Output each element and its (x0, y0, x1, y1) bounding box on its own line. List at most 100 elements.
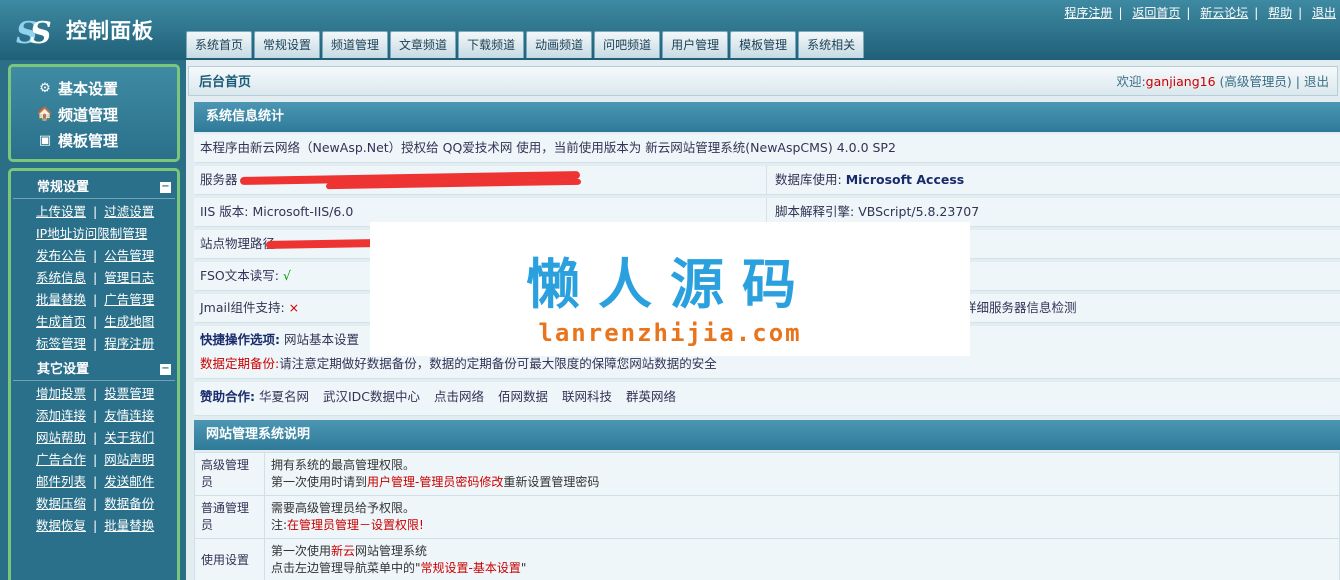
menu-link[interactable]: 生成首页 (36, 314, 86, 329)
tab-qa-channel[interactable]: 问吧频道 (594, 31, 661, 58)
tab-download-channel[interactable]: 下载频道 (458, 31, 525, 58)
app-logo: SS 控制面板 (16, 14, 154, 51)
menu-row: 生成首页 | 生成地图 (36, 314, 155, 329)
tab-template-manage[interactable]: 模板管理 (730, 31, 797, 58)
username: ganjiang16 (1145, 74, 1216, 89)
group-title-text: 常规设置 (37, 180, 90, 195)
iis-value: Microsoft-IIS/6.0 (252, 204, 354, 219)
menu-link[interactable]: 网站帮助 (36, 430, 86, 445)
welcome-text: 欢迎:ganjiang16 (高级管理员) | 退出 (1116, 74, 1329, 89)
top-links: 程序注册 | 返回首页 | 新云论坛 | 帮助 | 退出 (1064, 6, 1336, 20)
logout-top-link[interactable]: 退出 (1312, 6, 1336, 20)
password-change-link[interactable]: 用户管理-管理员密码修改 (367, 475, 503, 489)
script-value: VBScript/5.8.23707 (858, 204, 980, 219)
menu-row: 增加投票 | 投票管理 (36, 386, 155, 401)
role-desc-line: 第一次使用时请到用户管理-管理员密码修改重新设置管理密码 (271, 474, 1333, 491)
menu-link[interactable]: 广告合作 (36, 452, 86, 467)
fso-label: FSO文本读写: (200, 268, 279, 283)
tab-system-home[interactable]: 系统首页 (186, 31, 253, 58)
menu-row: 批量替换 | 广告管理 (36, 292, 155, 307)
menu-link[interactable]: 数据压缩 (36, 496, 86, 511)
menu-link[interactable]: 过滤设置 (104, 204, 154, 219)
menu-link[interactable]: 发布公告 (36, 248, 86, 263)
quick-basic-settings[interactable]: ⚙ 基本设置 (37, 75, 177, 101)
menu-link[interactable]: 投票管理 (104, 386, 154, 401)
forum-link[interactable]: 新云论坛 (1200, 6, 1248, 20)
logout-link[interactable]: 退出 (1304, 74, 1329, 89)
menu-link[interactable]: 友情连接 (104, 408, 154, 423)
path-label: 站点物理路径 (200, 236, 276, 251)
menu-group-title: 常规设置 − (13, 177, 175, 199)
sponsor-link[interactable]: 佰网数据 (498, 389, 548, 404)
menu-row: 添加连接 | 友情连接 (36, 408, 155, 423)
register-link[interactable]: 程序注册 (1064, 6, 1112, 20)
menu-row: 数据压缩 | 数据备份 (36, 496, 155, 511)
table-row: 使用设置 第一次使用新云网站管理系统 点击左边管理导航菜单中的"常规设置-基本设… (194, 538, 1340, 580)
breadcrumb[interactable]: 后台首页 (199, 75, 251, 90)
menu-link[interactable]: 程序注册 (104, 336, 154, 351)
collapse-icon[interactable]: − (160, 364, 171, 375)
basic-settings-link[interactable]: 常规设置-基本设置 (421, 561, 521, 575)
db-cell: 数据库使用: Microsoft Access (766, 166, 964, 194)
script-label: 脚本解释引擎: (775, 204, 855, 219)
menu-link[interactable]: 标签管理 (36, 336, 86, 351)
menu-row: 发布公告 | 公告管理 (36, 248, 155, 263)
menu-link[interactable]: 广告管理 (104, 292, 154, 307)
menu-link[interactable]: 公告管理 (104, 248, 154, 263)
app-title: 控制面板 (66, 19, 154, 43)
quick-channel-manage[interactable]: 🏠 频道管理 (37, 101, 177, 127)
menu-link[interactable]: 批量替换 (36, 292, 86, 307)
quick-op-link[interactable]: 网站基本设置 (284, 332, 359, 347)
brand-link[interactable]: 新云 (331, 544, 355, 558)
home-link[interactable]: 返回首页 (1132, 6, 1180, 20)
group-title-text: 其它设置 (37, 362, 90, 377)
menu-link[interactable]: 数据恢复 (36, 518, 86, 533)
menu-link[interactable]: 数据备份 (104, 496, 154, 511)
role-desc: 拥有系统的最高管理权限。 第一次使用时请到用户管理-管理员密码修改重新设置管理密… (264, 452, 1340, 496)
role-label: 高级管理员 (194, 452, 265, 496)
menu-link[interactable]: 添加连接 (36, 408, 86, 423)
menu-link[interactable]: 生成地图 (104, 314, 154, 329)
menu-link[interactable]: 发送邮件 (104, 474, 154, 489)
tab-animation-channel[interactable]: 动画频道 (526, 31, 593, 58)
sponsor-link[interactable]: 点击网络 (434, 389, 484, 404)
sponsor-link[interactable]: 华夏名网 (259, 389, 309, 404)
menu-link[interactable]: 系统信息 (36, 270, 86, 285)
help-link[interactable]: 帮助 (1268, 6, 1292, 20)
quick-menu: ⚙ 基本设置 🏠 频道管理 ▣ 模板管理 (8, 64, 180, 162)
menu-link[interactable]: 批量替换 (104, 518, 154, 533)
roles-table: 高级管理员 拥有系统的最高管理权限。 第一次使用时请到用户管理-管理员密码修改重… (194, 452, 1340, 580)
sponsor-link[interactable]: 群英网络 (626, 389, 676, 404)
text-fragment: 注: (271, 518, 288, 532)
tab-user-manage[interactable]: 用户管理 (662, 31, 729, 58)
watermark-url: lanrenzhijia.com (538, 319, 802, 347)
table-row: 高级管理员 拥有系统的最高管理权限。 第一次使用时请到用户管理-管理员密码修改重… (194, 452, 1340, 496)
tab-system-related[interactable]: 系统相关 (798, 31, 865, 58)
menu-link[interactable]: 增加投票 (36, 386, 86, 401)
sponsor-link[interactable]: 武汉IDC数据中心 (323, 389, 420, 404)
tab-article-channel[interactable]: 文章频道 (390, 31, 457, 58)
sponsor-link[interactable]: 联网科技 (562, 389, 612, 404)
menu-link[interactable]: 上传设置 (36, 204, 86, 219)
menu-link[interactable]: 网站声明 (104, 452, 154, 467)
tab-general-settings[interactable]: 常规设置 (254, 31, 321, 58)
permission-link[interactable]: 在管理员管理－设置权限! (287, 518, 424, 532)
text-fragment: 点击左边管理导航菜单中的" (271, 561, 421, 575)
role-label: 使用设置 (194, 538, 265, 580)
text-fragment: 重新设置管理密码 (503, 475, 600, 489)
server-detail-link[interactable]: 详细服务器信息检测 (964, 294, 1077, 322)
menu-link[interactable]: IP地址访问限制管理 (36, 226, 147, 241)
quick-template-manage[interactable]: ▣ 模板管理 (37, 127, 177, 153)
quick-item-label: 频道管理 (58, 105, 119, 124)
watermark: 懒人源码 lanrenzhijia.com (370, 222, 970, 356)
menu-link[interactable]: 管理日志 (104, 270, 154, 285)
tab-channel-manage[interactable]: 频道管理 (322, 31, 389, 58)
main-nav: 系统首页 常规设置 频道管理 文章频道 下载频道 动画频道 问吧频道 用户管理 … (186, 31, 866, 58)
role-desc: 第一次使用新云网站管理系统 点击左边管理导航菜单中的"常规设置-基本设置" (264, 538, 1340, 580)
menu-link[interactable]: 关于我们 (104, 430, 154, 445)
version-row: 本程序由新云网络（NewAsp.Net）授权给 QQ爱技术网 使用，当前使用版本… (194, 134, 1340, 163)
help-section-title: 网站管理系统说明 (194, 420, 1340, 450)
menu-link[interactable]: 邮件列表 (36, 474, 86, 489)
sponsor-row: 赞助合作: 华夏名网 武汉IDC数据中心 点击网络 佰网数据 联网科技 群英网络 (194, 382, 1340, 416)
collapse-icon[interactable]: − (160, 182, 171, 193)
